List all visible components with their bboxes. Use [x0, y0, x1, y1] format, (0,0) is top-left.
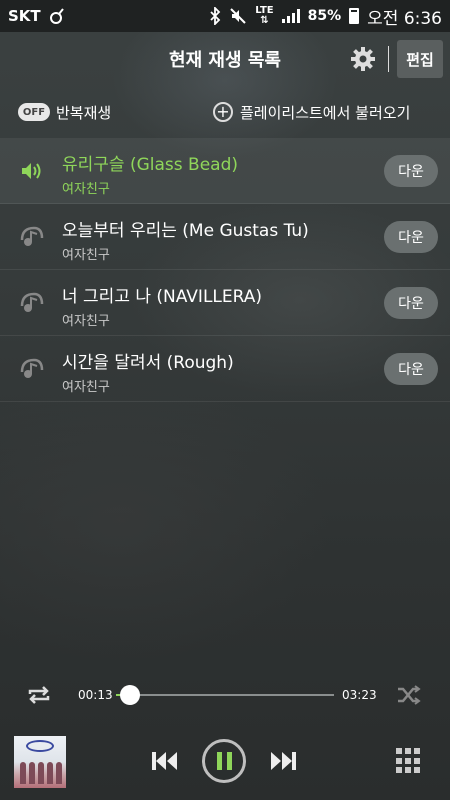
plus-circle-icon[interactable]: + [213, 102, 233, 122]
download-button[interactable]: 다운 [384, 287, 438, 319]
track-artist: 여자친구 [62, 182, 110, 197]
battery-percent: 85% [307, 8, 342, 24]
track-title: 너 그리고 나 (NAVILLERA) [62, 287, 263, 307]
music-note-icon [20, 358, 44, 378]
header-bar: 현재 재생 목록 편집 [0, 32, 450, 86]
clock: 오전 6:36 [367, 8, 442, 29]
player-controls [0, 726, 450, 796]
track-title: 시간을 달려서 (Rough) [62, 353, 234, 373]
track-title: 유리구슬 (Glass Bead) [62, 155, 238, 175]
grid-menu-icon[interactable] [396, 748, 422, 774]
track-row[interactable]: 너 그리고 나 (NAVILLERA) 여자친구 다운 [0, 270, 450, 336]
skip-next-icon[interactable] [268, 748, 298, 774]
repeat-toggle[interactable]: OFF [18, 103, 50, 121]
mute-icon [230, 8, 246, 24]
seek-knob[interactable] [120, 685, 140, 705]
repeat-label[interactable]: 반복재생 [56, 102, 111, 123]
shuffle-icon[interactable] [396, 684, 422, 706]
track-row[interactable]: 유리구슬 (Glass Bead) 여자친구 다운 [0, 138, 450, 204]
track-list: 유리구슬 (Glass Bead) 여자친구 다운 오늘부터 우리는 (Me G… [0, 138, 450, 402]
carrier-label: SKT [8, 7, 41, 25]
page-title: 현재 재생 목록 [169, 50, 281, 71]
signal-icon [281, 9, 300, 23]
pause-button[interactable] [202, 739, 246, 783]
edit-button[interactable]: 편집 [397, 40, 443, 78]
network-indicator: LTE ⇅ [255, 5, 274, 26]
bluetooth-icon [210, 7, 221, 25]
download-button[interactable]: 다운 [384, 353, 438, 385]
track-artist: 여자친구 [62, 380, 110, 395]
track-artist: 여자친구 [62, 314, 110, 329]
status-bar: SKT LTE ⇅ 85% 오전 6:36 [0, 0, 450, 32]
track-artist: 여자친구 [62, 248, 110, 263]
total-time: 03:23 [342, 688, 377, 702]
gear-icon[interactable] [350, 46, 376, 72]
current-time: 00:13 [78, 688, 113, 702]
playback-progress: 00:13 03:23 [0, 676, 450, 716]
options-row: OFF 반복재생 + 플레이리스트에서 불러오기 [0, 90, 450, 134]
music-note-icon [20, 292, 44, 312]
header-divider [388, 46, 389, 72]
track-row[interactable]: 오늘부터 우리는 (Me Gustas Tu) 여자친구 다운 [0, 204, 450, 270]
album-logo [26, 740, 54, 752]
repeat-icon[interactable] [26, 684, 52, 706]
seek-bar[interactable] [116, 694, 334, 696]
track-title: 오늘부터 우리는 (Me Gustas Tu) [62, 221, 309, 241]
battery-icon [349, 8, 360, 24]
download-button[interactable]: 다운 [384, 221, 438, 253]
load-playlist-link[interactable]: 플레이리스트에서 불러오기 [240, 102, 410, 123]
track-row[interactable]: 시간을 달려서 (Rough) 여자친구 다운 [0, 336, 450, 402]
download-button[interactable]: 다운 [384, 155, 438, 187]
music-note-icon [20, 226, 44, 246]
speaker-playing-icon [22, 163, 41, 179]
notification-icon [49, 8, 64, 24]
album-art-thumbnail[interactable] [14, 736, 66, 788]
skip-previous-icon[interactable] [150, 748, 180, 774]
